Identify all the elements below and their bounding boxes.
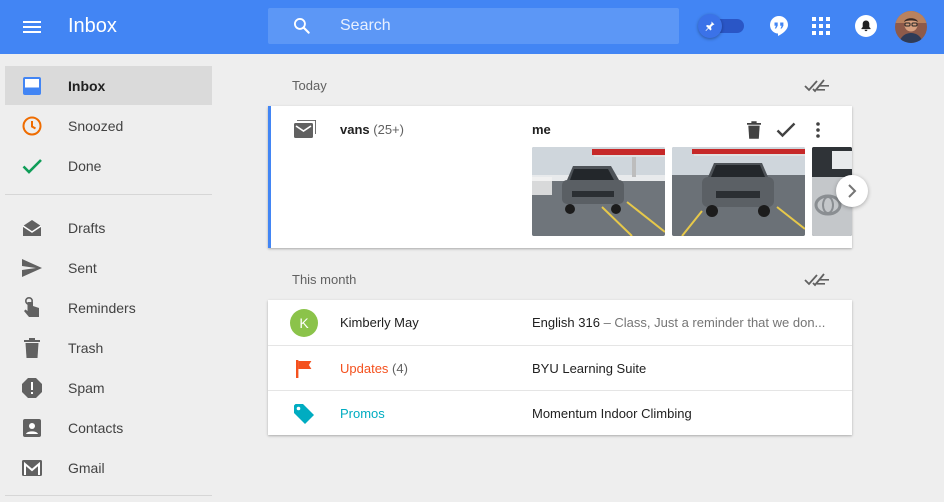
sidebar-item-snoozed[interactable]: Snoozed: [5, 106, 212, 145]
sidebar-item-drafts[interactable]: Drafts: [5, 208, 212, 247]
sidebar-item-trash[interactable]: Trash: [5, 328, 212, 367]
minivan-photo-1[interactable]: [532, 147, 665, 236]
apps-grid-icon[interactable]: [808, 13, 834, 39]
menu-icon[interactable]: [14, 9, 50, 45]
reminder-hand-icon: [20, 296, 44, 320]
pinned-toggle[interactable]: [698, 14, 746, 38]
section-label-this-month: This month: [292, 272, 357, 287]
sidebar-item-label: Trash: [68, 340, 104, 356]
sidebar-item-done[interactable]: Done: [5, 146, 212, 185]
contacts-icon: [20, 416, 44, 440]
hangouts-icon[interactable]: [766, 13, 792, 39]
sidebar-item-inbox[interactable]: Inbox: [5, 66, 212, 105]
bundle-label: vans: [340, 122, 370, 137]
bundle-label: Updates: [340, 361, 389, 376]
bundle-count: (25+): [373, 122, 404, 137]
search-input[interactable]: [340, 8, 660, 44]
search-bar[interactable]: [268, 8, 679, 44]
sidebar-item-label: Gmail: [68, 460, 105, 476]
bundle-count: (4): [392, 361, 408, 376]
check-icon: [20, 154, 44, 178]
send-icon: [20, 256, 44, 280]
trash-icon[interactable]: [742, 118, 766, 142]
this-month-card: K Kimberly May English 316 – Class, Just…: [268, 300, 852, 435]
sidebar-item-spam[interactable]: Spam: [5, 368, 212, 407]
clock-icon: [20, 114, 44, 138]
bundle-name: vans (25+): [340, 122, 404, 138]
sweep-done-icon[interactable]: [804, 270, 830, 290]
sidebar-item-label: Snoozed: [68, 118, 124, 134]
avatar[interactable]: [895, 11, 927, 43]
sidebar-item-label: Sent: [68, 260, 97, 276]
sidebar-item-label: Inbox: [68, 78, 106, 94]
message-subject: Momentum Indoor Climbing: [532, 406, 692, 421]
sidebar-divider: [5, 495, 212, 496]
sidebar-item-sent[interactable]: Sent: [5, 248, 212, 287]
list-item[interactable]: K Kimberly May English 316 – Class, Just…: [268, 300, 852, 345]
tag-icon: [290, 400, 318, 428]
gmail-icon: [20, 456, 44, 480]
check-icon[interactable]: [774, 118, 798, 142]
bundle-card-vans[interactable]: vans (25+) me: [268, 106, 852, 248]
sender-name: Kimberly May: [340, 315, 419, 330]
avatar-letter: K: [290, 309, 318, 337]
list-item[interactable]: Promos Momentum Indoor Climbing: [268, 390, 852, 435]
snippet-text: – Class, Just a reminder that we don...: [599, 315, 826, 330]
bundle-name: Updates (4): [340, 361, 408, 377]
sweep-done-icon[interactable]: [804, 76, 830, 96]
sidebar-item-label: Contacts: [68, 420, 124, 436]
inbox-icon: [20, 74, 44, 98]
message-subject: BYU Learning Suite: [532, 361, 647, 376]
message-subject: English 316 – Class, Just a reminder tha…: [532, 315, 832, 331]
sidebar-item-contacts[interactable]: Contacts: [5, 408, 212, 447]
sidebar-item-label: Reminders: [68, 300, 136, 316]
bundle-label: Promos: [340, 406, 385, 421]
section-label-today: Today: [292, 78, 327, 93]
minivan-photo-2[interactable]: [672, 147, 805, 236]
sidebar-item-reminders[interactable]: Reminders: [5, 288, 212, 327]
sidebar-divider: [5, 194, 212, 195]
app-title: Inbox: [68, 15, 117, 37]
drafts-icon: [20, 216, 44, 240]
sidebar-item-label: Done: [68, 158, 102, 174]
trash-icon: [20, 336, 44, 360]
list-item[interactable]: Updates (4) BYU Learning Suite: [268, 345, 852, 390]
bundle-icon: [294, 119, 318, 140]
sidebar-item-gmail[interactable]: Gmail: [5, 448, 212, 487]
subject-text: English 316: [532, 315, 600, 330]
flag-icon: [290, 355, 318, 383]
more-vert-icon[interactable]: [806, 118, 830, 142]
sidebar-item-label: Drafts: [68, 220, 106, 236]
notifications-icon[interactable]: [853, 13, 879, 39]
sidebar-nav: Inbox Snoozed Done Drafts Sent Reminders: [0, 54, 226, 502]
search-icon[interactable]: [292, 16, 312, 36]
sidebar-item-label: Spam: [68, 380, 105, 396]
spam-icon: [20, 376, 44, 400]
avatar: K: [290, 309, 318, 337]
top-app-bar: Inbox: [0, 0, 944, 54]
pin-icon: [698, 14, 722, 38]
chevron-right-icon[interactable]: [836, 175, 868, 207]
bundle-sender: me: [532, 122, 551, 137]
